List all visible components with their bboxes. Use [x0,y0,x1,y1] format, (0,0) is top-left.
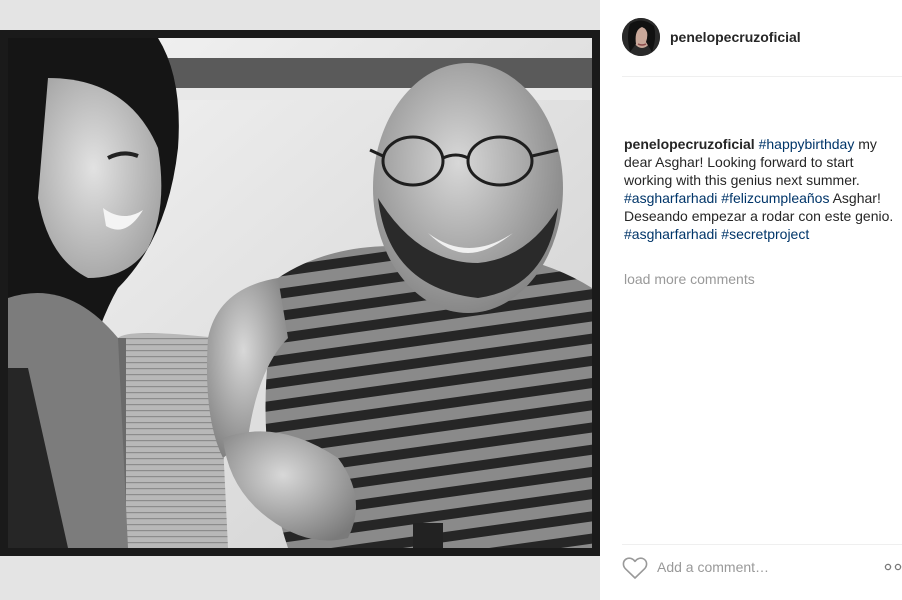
heart-icon[interactable] [622,556,648,580]
caption-username[interactable]: penelopecruzoficial [624,136,755,152]
post-photo[interactable] [8,38,592,548]
post-header: penelopecruzoficial [600,0,902,77]
media-pane [0,0,600,600]
post-photo-image [8,38,592,548]
hashtag-link[interactable]: #happybirthday [759,136,855,152]
header-divider [622,76,902,77]
load-more-comments-link[interactable]: load more comments [624,271,755,287]
hashtag-link[interactable]: #asgharfarhadi [624,190,717,206]
hashtag-link[interactable]: #secretproject [721,226,809,242]
comment-divider [622,544,902,545]
more-options-icon[interactable] [884,562,902,572]
post-photo-frame [0,30,600,556]
profile-photo-icon [622,18,660,56]
avatar[interactable] [622,18,660,56]
comment-bar [600,544,902,590]
hashtag-link[interactable]: #felizcumpleaños [721,190,829,206]
hashtag-link[interactable]: #asgharfarhadi [624,226,717,242]
post-side-panel: penelopecruzoficial penelopecruzoficial … [600,0,902,600]
username-link[interactable]: penelopecruzoficial [670,29,801,45]
comment-input[interactable] [657,556,857,578]
post-caption: penelopecruzoficial #happybirthday my de… [624,135,896,243]
